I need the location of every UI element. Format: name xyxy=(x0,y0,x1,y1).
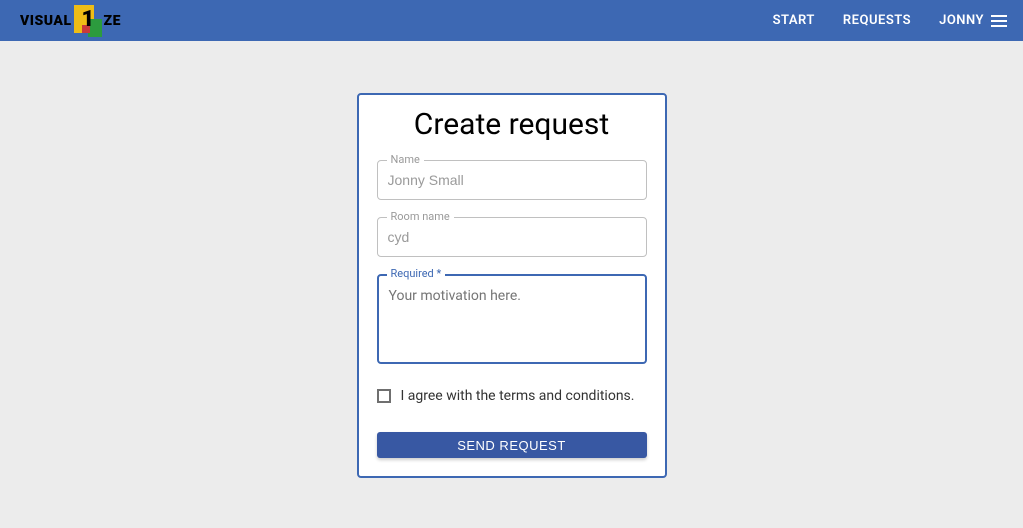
name-input[interactable] xyxy=(377,160,647,200)
brand-logo[interactable]: VISUAL 1 ZE xyxy=(20,3,121,39)
app-header: VISUAL 1 ZE START REQUESTS JONNY xyxy=(0,0,1023,41)
nav-requests[interactable]: REQUESTS xyxy=(843,13,911,28)
logo-text-left: VISUAL xyxy=(20,13,72,29)
required-field: Required * xyxy=(377,274,647,368)
room-label: Room name xyxy=(387,210,454,223)
room-input[interactable] xyxy=(377,217,647,257)
name-field: Name xyxy=(377,160,647,200)
send-request-button[interactable]: SEND REQUEST xyxy=(377,432,647,458)
nav-user-menu[interactable]: JONNY xyxy=(939,13,1007,28)
nav-start[interactable]: START xyxy=(773,13,815,28)
create-request-card: Create request Name Room name Required *… xyxy=(357,93,667,478)
logo-text-right: ZE xyxy=(104,13,121,29)
nav-user-label: JONNY xyxy=(939,13,984,28)
card-title: Create request xyxy=(377,107,647,142)
logo-one: 1 xyxy=(82,7,95,32)
main-content: Create request Name Room name Required *… xyxy=(0,41,1023,478)
terms-checkbox[interactable] xyxy=(377,389,391,403)
room-field: Room name xyxy=(377,217,647,257)
logo-mark: 1 xyxy=(74,3,102,39)
terms-label: I agree with the terms and conditions. xyxy=(401,388,635,404)
required-textarea[interactable] xyxy=(377,274,647,364)
hamburger-icon xyxy=(991,15,1007,27)
primary-nav: START REQUESTS JONNY xyxy=(773,13,1007,28)
terms-row: I agree with the terms and conditions. xyxy=(377,388,647,404)
required-label: Required * xyxy=(387,267,446,280)
name-label: Name xyxy=(387,153,424,166)
